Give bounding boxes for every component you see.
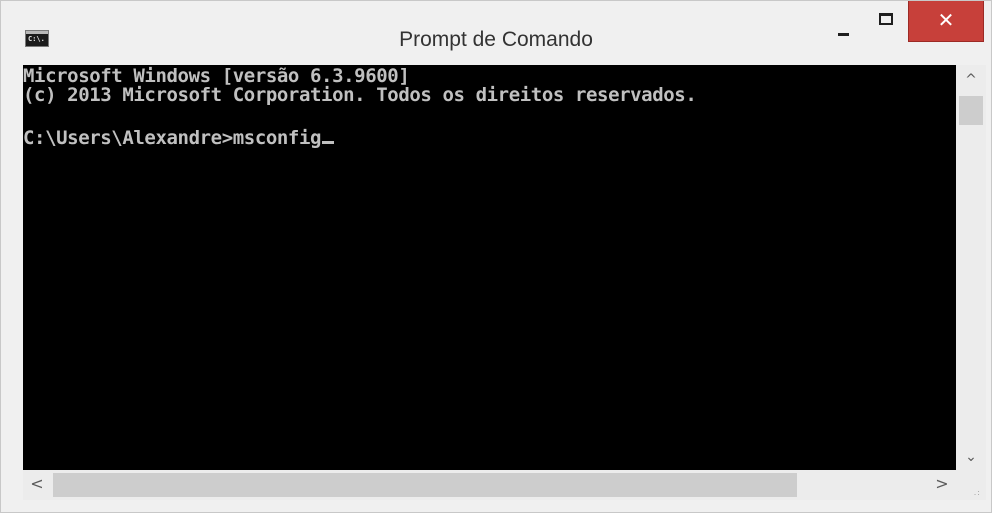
- console-line-copyright: (c) 2013 Microsoft Corporation. Todos os…: [23, 84, 697, 106]
- scroll-right-arrow-icon[interactable]: >: [930, 470, 954, 500]
- console-prompt-line[interactable]: C:\Users\Alexandre>msconfig: [23, 127, 335, 149]
- minimize-button[interactable]: [825, 1, 865, 42]
- horizontal-scrollbar[interactable]: < >: [23, 470, 956, 500]
- vertical-scrollbar[interactable]: ^ ⌄: [956, 65, 986, 470]
- title-bar[interactable]: C:\. Prompt de Comando ✕: [1, 1, 991, 65]
- vertical-scroll-thumb[interactable]: [959, 96, 983, 125]
- horizontal-scroll-thumb[interactable]: [53, 473, 797, 497]
- resize-grip[interactable]: .:: [956, 470, 986, 500]
- close-icon: ✕: [937, 8, 955, 32]
- text-cursor: [322, 141, 335, 144]
- minimize-icon: [838, 33, 849, 36]
- scroll-left-arrow-icon[interactable]: <: [25, 470, 49, 500]
- resize-grip-icon: .:: [973, 488, 981, 497]
- maximize-icon: [879, 13, 893, 25]
- scroll-up-arrow-icon[interactable]: ^: [956, 69, 986, 91]
- console-output[interactable]: Microsoft Windows [versão 6.3.9600] (c) …: [23, 65, 956, 470]
- scroll-down-arrow-icon[interactable]: ⌄: [956, 446, 986, 468]
- maximize-button[interactable]: [867, 1, 907, 42]
- close-button[interactable]: ✕: [908, 1, 984, 42]
- command-prompt-window: C:\. Prompt de Comando ✕ Microsoft Windo…: [0, 0, 992, 513]
- console-prompt-text: C:\Users\Alexandre>msconfig: [23, 127, 322, 149]
